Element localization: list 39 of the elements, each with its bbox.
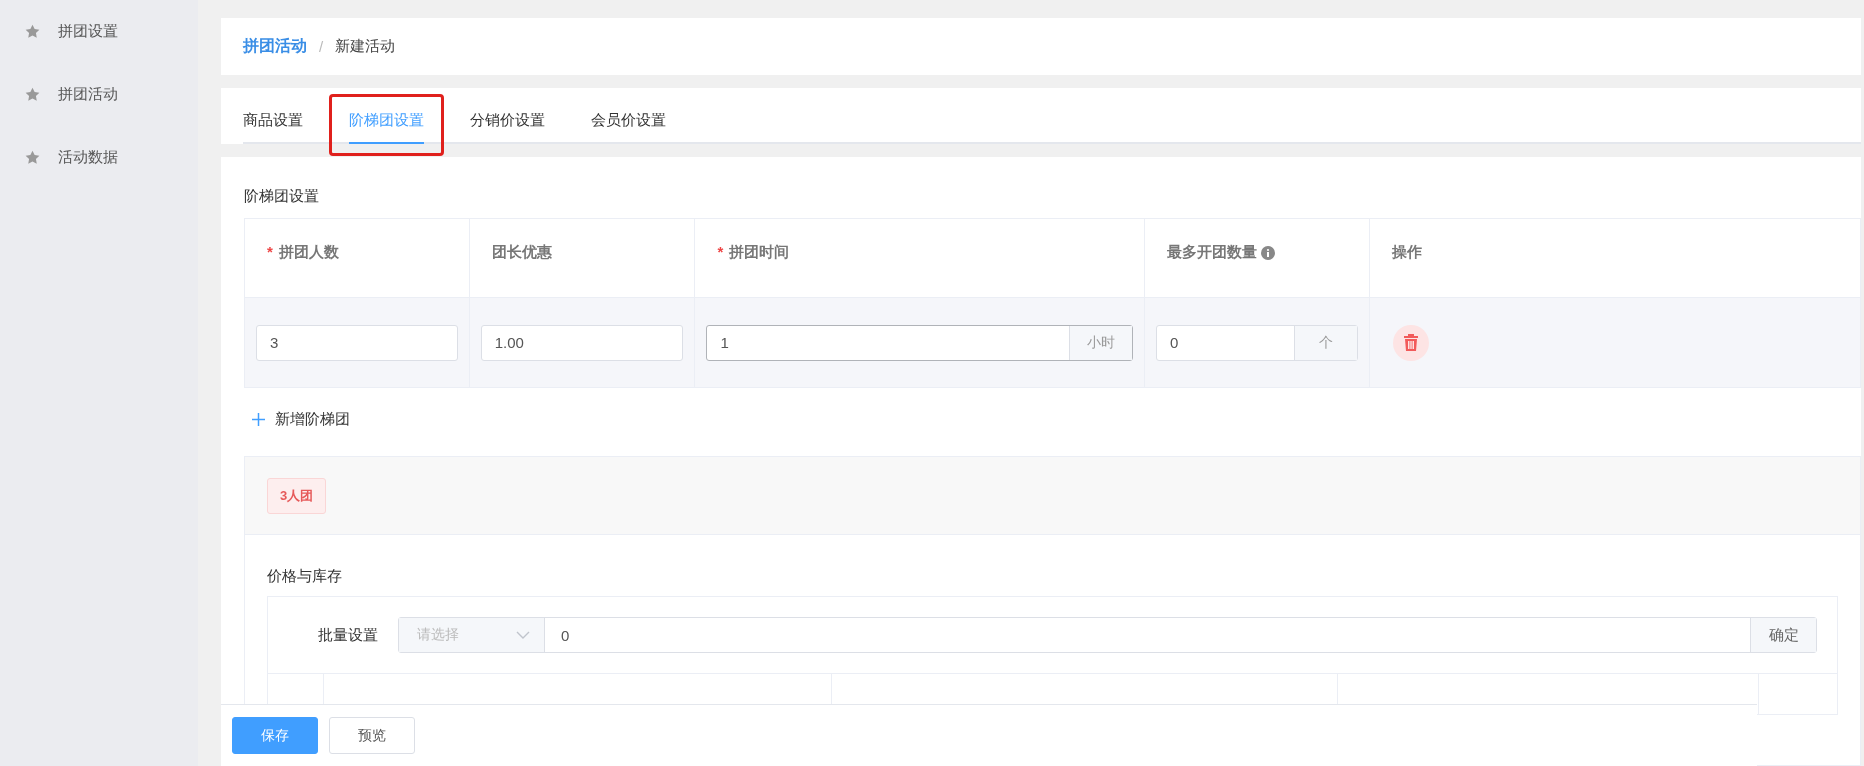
batch-label: 批量设置 [318, 625, 378, 645]
tab[interactable]: 商品设置 [243, 111, 303, 144]
column-label: 团长优惠 [491, 243, 552, 262]
sidebar-item[interactable]: 拼团活动 [0, 81, 198, 107]
required-mark: * [267, 243, 273, 260]
confirm-button[interactable]: 确定 [1750, 618, 1816, 652]
column-label: 最多开团数量 [1166, 243, 1257, 262]
star-icon [25, 86, 40, 102]
tab[interactable]: 会员价设置 [591, 111, 666, 144]
batch-field[interactable]: 请选择 0 确定 [398, 617, 1817, 653]
column-label: 拼团人数 [278, 243, 339, 262]
column-label: 拼团时间 [729, 243, 790, 262]
sidebar-item[interactable]: 活动数据 [0, 144, 198, 170]
unit-label: 个 [1293, 325, 1357, 360]
value-input[interactable]: 1.00 [481, 325, 683, 360]
value-input-field[interactable]: 0 [545, 618, 1750, 652]
breadcrumb-current: 新建活动 [335, 37, 396, 56]
section-title: 阶梯团设置 [244, 187, 320, 206]
column-label: 操作 [1391, 243, 1422, 262]
text-input-field[interactable]: 0 个 [1155, 324, 1358, 361]
unit-label: 小时 [1068, 325, 1132, 360]
delete-button[interactable] [1392, 324, 1429, 361]
tab[interactable]: 分销价设置 [470, 111, 545, 144]
group-tag: 3人团 [267, 477, 327, 514]
sidebar-item[interactable]: 拼团设置 [0, 18, 198, 44]
trash-icon [1402, 334, 1419, 351]
value-input[interactable]: 1 [707, 325, 1069, 360]
breadcrumb-separator: / [319, 38, 324, 55]
value-input[interactable]: 0 [1156, 325, 1294, 360]
value-input[interactable]: 3 [257, 325, 457, 360]
add-tier-link[interactable]: 新增阶梯团 [252, 410, 350, 429]
plus-icon [252, 413, 265, 426]
section-title: 价格与库存 [267, 567, 343, 586]
star-icon [25, 23, 40, 39]
required-mark: * [717, 243, 724, 260]
preview-button[interactable]: 预览 [329, 717, 415, 754]
star-icon [25, 149, 40, 165]
text-input-field[interactable]: 1 小时 [706, 324, 1133, 361]
chevron-down-icon [516, 631, 530, 639]
